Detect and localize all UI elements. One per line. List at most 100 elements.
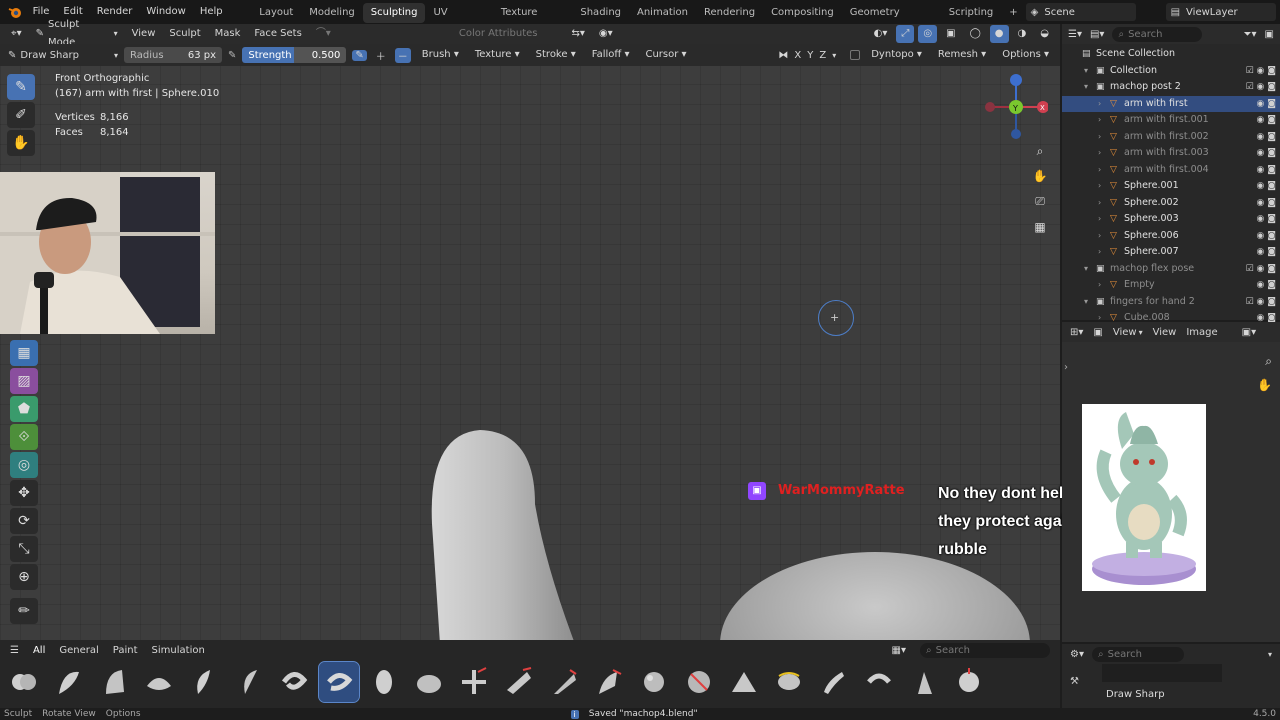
tab-texture-paint[interactable]: Texture Paint [493, 3, 573, 38]
properties-editor-icon[interactable]: ⚙▾ [1070, 649, 1084, 660]
display-mode-icon[interactable]: ▤▾ [1090, 29, 1104, 40]
visibility-toggles[interactable]: ☑ ◉ ◙ [1246, 294, 1276, 311]
brush-pose-icon[interactable] [769, 662, 809, 702]
brush-crease-icon[interactable] [139, 662, 179, 702]
link-icon[interactable]: ⌒▾ [311, 25, 336, 43]
expand-arrow-icon[interactable]: › [1098, 244, 1110, 261]
editor-type-button[interactable]: ⌖▾ [6, 25, 27, 43]
chevron-down-icon[interactable]: ▾ [1268, 650, 1272, 659]
chevron-down-icon[interactable]: ▾ [832, 51, 836, 60]
brush-draw-icon[interactable] [184, 662, 224, 702]
menu-cursor[interactable]: Cursor ▾ [640, 46, 691, 64]
dyntopo-checkbox[interactable] [850, 50, 861, 60]
tab-general[interactable]: General [59, 645, 98, 656]
pivot-icon[interactable]: ◉▾ [594, 25, 618, 43]
transform-tool-icon[interactable]: ⊕ [10, 564, 38, 590]
expand-arrow-icon[interactable]: › [1098, 195, 1110, 212]
outliner-row[interactable]: ▾ ▣ Collection ☑ ◉ ◙ [1062, 63, 1280, 80]
brush-selector[interactable]: ✎ Draw Sharp ▾ [8, 50, 118, 61]
shelf-view-icon[interactable]: ▦▾ [892, 645, 906, 656]
shading-wire-icon[interactable]: ◯ [965, 25, 986, 43]
tab-uv-editing[interactable]: UV Editing [425, 3, 492, 38]
outliner-row[interactable]: › ▽ Sphere.001 ◉ ◙ [1062, 178, 1280, 195]
image-browse-icon[interactable]: ▣▾ [1242, 327, 1256, 338]
menu-view-2[interactable]: View [1153, 327, 1177, 338]
brush-clay-strips-icon[interactable] [94, 662, 134, 702]
expand-arrow-icon[interactable]: ▾ [1084, 294, 1096, 311]
brush-multiplane-icon[interactable] [634, 662, 674, 702]
outliner-row[interactable]: › ▽ Empty ◉ ◙ [1062, 277, 1280, 294]
color-attributes-label[interactable]: Color Attributes [454, 25, 543, 43]
tab-compositing[interactable]: Compositing [763, 3, 842, 23]
expand-arrow-icon[interactable]: › [1098, 129, 1110, 146]
shading-material-icon[interactable]: ◑ [1013, 25, 1032, 43]
tab-layout[interactable]: Layout [251, 3, 301, 23]
image-editor-type-icon[interactable]: ⊞▾ [1070, 327, 1083, 338]
scene-selector[interactable]: ◈ Scene [1025, 3, 1137, 21]
image-mode-icon[interactable]: ▣ [1093, 327, 1102, 338]
expand-arrow-icon[interactable]: ▾ [1084, 261, 1096, 278]
brush-blob-icon[interactable] [4, 662, 44, 702]
expand-arrow-icon[interactable]: › [1098, 228, 1110, 245]
cloth-filter-tool-icon[interactable]: ◎ [10, 452, 38, 478]
brush-draw-sharp-icon[interactable] [318, 661, 360, 703]
view-layer-selector[interactable]: ▤ ViewLayer [1165, 3, 1276, 21]
mesh-filter-tool-icon[interactable]: ⟐ [10, 424, 38, 450]
draw-brush-tool-icon[interactable]: ✎ [7, 74, 35, 100]
tab-shading[interactable]: Shading [572, 3, 629, 23]
brush-clay-icon[interactable] [49, 662, 89, 702]
expand-arrow-icon[interactable]: › [1098, 112, 1110, 129]
outliner-editor-icon[interactable]: ☰▾ [1068, 29, 1082, 40]
transform-icon[interactable]: ⇆▾ [567, 25, 590, 43]
axis-y-toggle[interactable]: Y [807, 50, 813, 61]
outliner-search-input[interactable]: ⌕ Search [1112, 26, 1203, 42]
zoom-icon[interactable]: ⌕ [1031, 144, 1049, 162]
menu-view[interactable]: View [127, 25, 161, 43]
visibility-toggles[interactable]: ◉ ◙ [1257, 129, 1276, 146]
expand-arrow-icon[interactable]: › [1098, 277, 1110, 294]
camera-view-icon[interactable]: ⎚ [1031, 194, 1049, 212]
brush-snake-hook-icon[interactable] [274, 662, 314, 702]
visibility-toggles[interactable]: ◉ ◙ [1257, 244, 1276, 261]
menu-view-1[interactable]: View [1113, 327, 1137, 338]
blender-logo-icon[interactable] [4, 0, 26, 24]
visibility-toggles[interactable]: ☑ ◉ ◙ [1246, 261, 1276, 278]
tab-sculpting[interactable]: Sculpting [362, 3, 426, 23]
visibility-toggles[interactable]: ◉ ◙ [1257, 145, 1276, 162]
menu-brush[interactable]: Brush ▾ [417, 46, 464, 64]
brush-draw-sharp-2-icon[interactable] [229, 662, 269, 702]
tab-all[interactable]: All [33, 645, 45, 656]
outliner-row[interactable]: › ▽ arm with first.001 ◉ ◙ [1062, 112, 1280, 129]
menu-texture[interactable]: Texture ▾ [470, 46, 525, 64]
tab-rendering[interactable]: Rendering [696, 3, 763, 23]
expand-arrow-icon[interactable]: › [1064, 362, 1068, 373]
menu-window[interactable]: Window [139, 0, 192, 24]
expand-arrow-icon[interactable]: › [1098, 211, 1110, 228]
menu-remesh[interactable]: Remesh ▾ [933, 46, 991, 64]
outliner-row[interactable]: › ▽ Sphere.002 ◉ ◙ [1062, 195, 1280, 212]
tab-scripting[interactable]: Scripting [941, 3, 1001, 23]
filter-icon[interactable]: ⏷▾ [1244, 29, 1257, 40]
add-icon[interactable]: ＋ [373, 48, 389, 63]
menu-options[interactable]: Options ▾ [997, 46, 1054, 64]
visibility-toggles[interactable]: ☑ ◉ ◙ [1246, 63, 1276, 80]
3d-viewport[interactable] [0, 44, 1060, 704]
mode-selector[interactable]: ✎ Sculpt Mode ▾ [31, 19, 123, 48]
expand-arrow-icon[interactable]: › [1098, 178, 1110, 195]
brush-layer-icon[interactable] [409, 662, 449, 702]
outliner-row[interactable]: › ▽ Sphere.007 ◉ ◙ [1062, 244, 1280, 261]
move-tool-icon[interactable]: ✥ [10, 480, 38, 506]
visibility-toggles[interactable]: ◉ ◙ [1257, 195, 1276, 212]
expand-arrow-icon[interactable]: › [1098, 96, 1110, 113]
box-mask-tool-icon[interactable]: ▨ [10, 368, 38, 394]
brush-scrape-icon[interactable] [589, 662, 629, 702]
menu-image[interactable]: Image [1186, 327, 1217, 338]
outliner-row[interactable]: › ▽ arm with first.002 ◉ ◙ [1062, 129, 1280, 146]
new-collection-icon[interactable]: ▣ [1265, 29, 1274, 40]
draw-sharp-tool-icon[interactable]: ✐ [7, 102, 35, 128]
brush-flatten-icon[interactable] [499, 662, 539, 702]
outliner-row[interactable]: › ▽ Sphere.003 ◉ ◙ [1062, 211, 1280, 228]
zoom-icon[interactable]: ⌕ [1265, 354, 1272, 369]
brush-grab-icon[interactable] [454, 662, 494, 702]
tool-tab-icon[interactable]: ⚒ [1070, 676, 1079, 687]
